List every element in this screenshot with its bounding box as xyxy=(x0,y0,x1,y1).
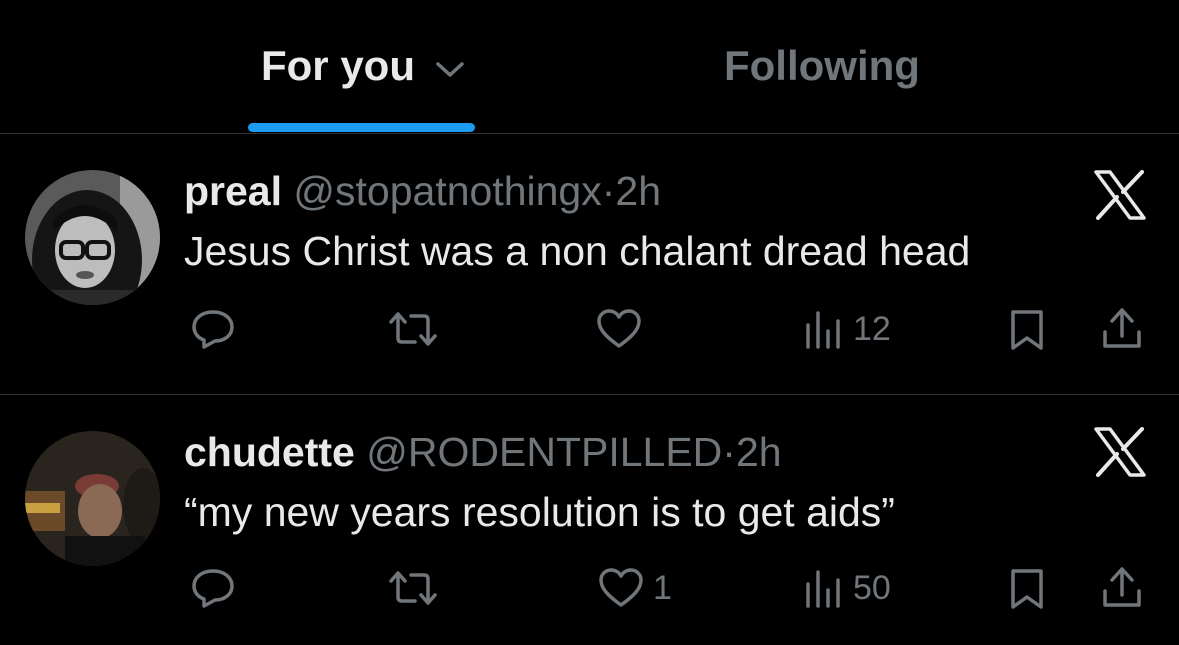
bookmark-icon xyxy=(1011,569,1043,609)
author-handle[interactable]: @RODENTPILLED xyxy=(366,429,722,475)
post-time[interactable]: 2h xyxy=(615,168,661,214)
post-header: preal @stopatnothingx·2h xyxy=(184,168,661,215)
view-count: 50 xyxy=(853,568,891,607)
share-button[interactable] xyxy=(1100,306,1144,352)
separator-dot: · xyxy=(601,168,616,214)
post-text: Jesus Christ was a non chalant dread hea… xyxy=(184,228,971,274)
author-name[interactable]: chudette xyxy=(184,429,355,475)
repost-icon xyxy=(389,571,437,605)
views-icon xyxy=(806,570,840,608)
timeline-tabs: For you Following xyxy=(0,0,1179,134)
repost-button[interactable] xyxy=(385,567,441,609)
reply-button[interactable] xyxy=(190,567,236,609)
post-text: “my new years resolution is to get aids” xyxy=(184,489,895,535)
heart-icon xyxy=(599,568,643,607)
tab-for-you[interactable]: For you xyxy=(261,42,415,90)
views-button[interactable]: 12 xyxy=(803,309,891,349)
post-header: chudette @RODENTPILLED·2h xyxy=(184,429,782,476)
reply-button[interactable] xyxy=(190,308,236,350)
separator-dot: · xyxy=(722,429,736,475)
share-icon xyxy=(1103,567,1141,607)
author-name[interactable]: preal xyxy=(184,168,282,214)
repost-icon xyxy=(389,312,437,346)
post-card[interactable]: preal @stopatnothingx·2h Jesus Christ wa… xyxy=(0,134,1179,395)
tab-following[interactable]: Following xyxy=(724,42,920,90)
view-count: 12 xyxy=(853,309,891,348)
bookmark-icon xyxy=(1011,310,1043,350)
heart-icon xyxy=(597,309,641,348)
x-logo-icon xyxy=(1094,170,1146,220)
avatar[interactable] xyxy=(25,431,160,566)
active-tab-indicator xyxy=(248,123,475,132)
like-button[interactable]: 1 xyxy=(597,567,672,609)
avatar[interactable] xyxy=(25,170,160,305)
views-icon xyxy=(806,311,840,349)
bookmark-button[interactable] xyxy=(1007,567,1047,611)
author-handle[interactable]: @stopatnothingx xyxy=(293,168,601,214)
post-time[interactable]: 2h xyxy=(736,429,782,475)
chevron-down-icon[interactable] xyxy=(434,60,466,80)
views-button[interactable]: 50 xyxy=(803,568,891,608)
repost-button[interactable] xyxy=(385,308,441,350)
reply-icon xyxy=(192,569,234,608)
like-count: 1 xyxy=(653,568,672,607)
reply-icon xyxy=(192,310,234,349)
post-card[interactable]: chudette @RODENTPILLED·2h “my new years … xyxy=(0,395,1179,645)
share-icon xyxy=(1103,308,1141,348)
x-logo-icon xyxy=(1094,427,1146,477)
like-button[interactable] xyxy=(595,308,651,350)
share-button[interactable] xyxy=(1100,565,1144,611)
bookmark-button[interactable] xyxy=(1007,308,1047,352)
